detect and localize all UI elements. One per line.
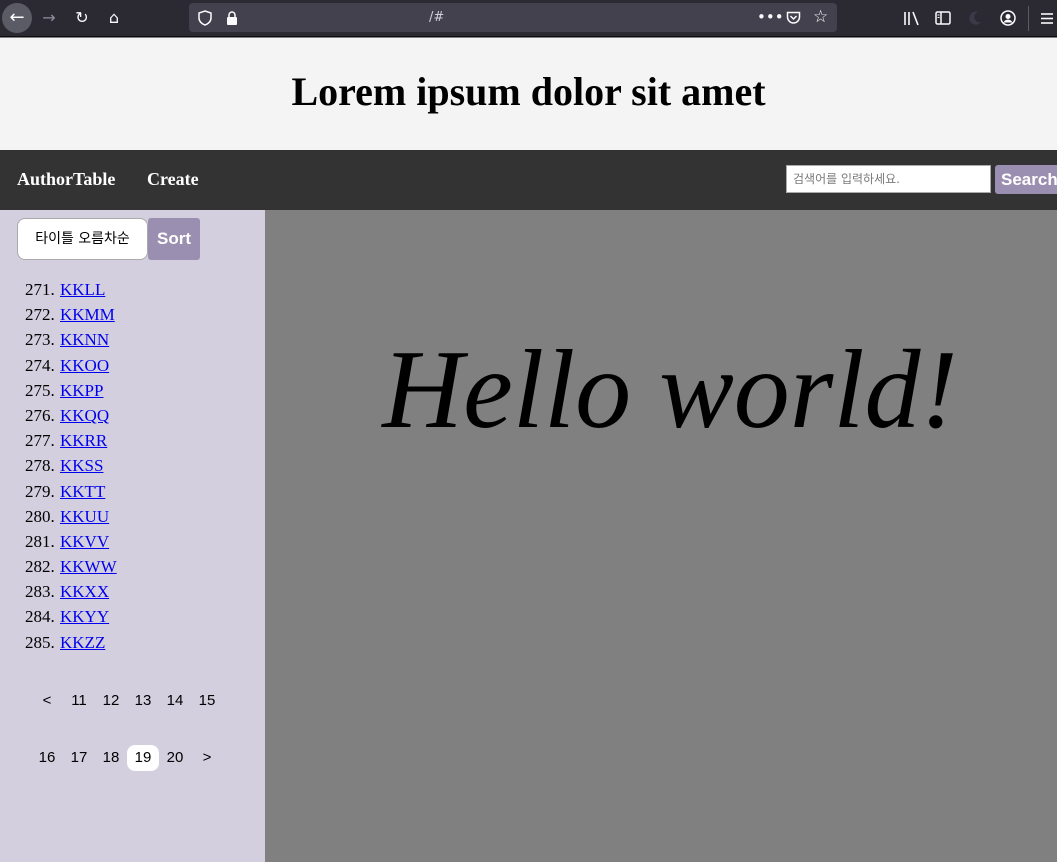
sort-order-select[interactable]: 타이틀 오름차순 — [17, 218, 148, 260]
list-item: 277. KKRR — [25, 430, 117, 455]
hello-heading: Hello world! — [382, 328, 958, 452]
search-button[interactable]: Search — [995, 165, 1057, 194]
list-item-link[interactable]: KKMM — [60, 305, 115, 324]
list-item-link[interactable]: KKXX — [60, 582, 109, 601]
list-item-link[interactable]: KKUU — [60, 507, 109, 526]
more-actions-icon[interactable]: ••• — [757, 3, 784, 32]
list-item-number: 285. — [25, 632, 55, 652]
list-item: 281. KKVV — [25, 531, 117, 556]
list-item-link[interactable]: KKWW — [60, 557, 117, 576]
page-18-button[interactable]: 18 — [95, 745, 127, 771]
bookmark-star-icon[interactable]: ☆ — [813, 3, 828, 32]
account-icon[interactable] — [1000, 0, 1016, 37]
list-item: 276. KKQQ — [25, 405, 117, 430]
list-item-link[interactable]: KKOO — [60, 356, 109, 375]
page-13-button[interactable]: 13 — [127, 688, 159, 714]
list-item-link[interactable]: KKPP — [60, 381, 103, 400]
forward-arrow-icon[interactable]: → — [34, 3, 64, 33]
library-icon[interactable] — [903, 0, 920, 37]
list-item: 275. KKPP — [25, 380, 117, 405]
list-item-number: 272. — [25, 305, 55, 325]
list-item-link[interactable]: KKZZ — [60, 633, 105, 652]
list-item-number: 275. — [25, 380, 55, 400]
list-item: 272. KKMM — [25, 304, 117, 329]
next-page-button[interactable]: > — [191, 745, 223, 771]
address-bar[interactable]: /# ••• ☆ — [189, 3, 837, 32]
list-item-number: 284. — [25, 607, 55, 627]
nav-create-link[interactable]: Create — [147, 168, 199, 190]
list-item-number: 278. — [25, 456, 55, 476]
url-text[interactable]: /# — [429, 3, 444, 32]
page-12-button[interactable]: 12 — [95, 688, 127, 714]
list-item: 273. KKNN — [25, 329, 117, 354]
reload-icon[interactable]: ↻ — [67, 3, 97, 33]
list-item-link[interactable]: KKSS — [60, 456, 103, 475]
sort-button[interactable]: Sort — [148, 218, 200, 260]
page-header: Lorem ipsum dolor sit amet — [0, 38, 1057, 150]
list-item-number: 276. — [25, 405, 55, 425]
list-item: 280. KKUU — [25, 506, 117, 531]
list-item-number: 283. — [25, 582, 55, 602]
author-list: 271. KKLL 272. KKMM 273. KKNN 274. KKOO 275. KKPP… — [25, 279, 117, 657]
list-item: 279. KKTT — [25, 481, 117, 506]
list-item-link[interactable]: KKRR — [60, 431, 107, 450]
page-20-button[interactable]: 20 — [159, 745, 191, 771]
list-item-number: 271. — [25, 280, 55, 299]
list-item: 274. KKOO — [25, 355, 117, 380]
list-item-link[interactable]: KKLL — [60, 280, 105, 299]
lock-icon[interactable] — [226, 3, 238, 32]
page-16-button[interactable]: 16 — [31, 745, 63, 771]
page-11-button[interactable]: 11 — [63, 688, 95, 714]
page-14-button[interactable]: 14 — [159, 688, 191, 714]
list-item-number: 274. — [25, 355, 55, 375]
list-item: 271. KKLL — [25, 279, 117, 304]
page-title: Lorem ipsum dolor sit amet — [291, 69, 766, 114]
list-item: 282. KKWW — [25, 556, 117, 581]
list-item-link[interactable]: KKQQ — [60, 406, 109, 425]
list-item-number: 277. — [25, 431, 55, 451]
home-icon[interactable]: ⌂ — [99, 3, 129, 33]
toolbar-separator — [1028, 6, 1029, 31]
list-item-number: 281. — [25, 531, 55, 551]
pocket-icon[interactable] — [786, 3, 801, 32]
list-item: 284. KKYY — [25, 606, 117, 631]
list-item-link[interactable]: KKNN — [60, 330, 109, 349]
list-item: 285. KKZZ — [25, 632, 117, 657]
list-item: 283. KKXX — [25, 581, 117, 606]
sidebar-toggle-icon[interactable] — [935, 0, 951, 37]
top-nav: AuthorTable Create Search — [0, 150, 1057, 210]
page-15-button[interactable]: 15 — [191, 688, 223, 714]
search-input[interactable] — [786, 165, 991, 193]
prev-page-button[interactable]: < — [31, 688, 63, 714]
list-item-number: 279. — [25, 481, 55, 501]
shield-icon[interactable] — [198, 3, 212, 32]
list-item-link[interactable]: KKTT — [60, 482, 105, 501]
page-17-button[interactable]: 17 — [63, 745, 95, 771]
sidebar: 타이틀 오름차순 Sort 271. KKLL 272. KKMM 273. KKNN 27… — [0, 210, 265, 862]
nav-author-table-link[interactable]: AuthorTable — [17, 168, 115, 190]
list-item: 278. KKSS — [25, 455, 117, 480]
list-item-link[interactable]: KKVV — [60, 532, 109, 551]
main-content: Hello world! — [265, 210, 1057, 862]
list-item-number: 280. — [25, 506, 55, 526]
menu-icon[interactable] — [1041, 0, 1053, 37]
dark-mode-moon-icon[interactable] — [967, 0, 983, 37]
browser-toolbar: ← → ↻ ⌂ /# ••• ☆ — [0, 0, 1057, 37]
page-19-button[interactable]: 19 — [127, 745, 159, 771]
back-arrow-icon[interactable]: ← — [2, 3, 32, 33]
list-item-number: 282. — [25, 557, 55, 577]
list-item-link[interactable]: KKYY — [60, 607, 109, 626]
list-item-number: 273. — [25, 330, 55, 350]
